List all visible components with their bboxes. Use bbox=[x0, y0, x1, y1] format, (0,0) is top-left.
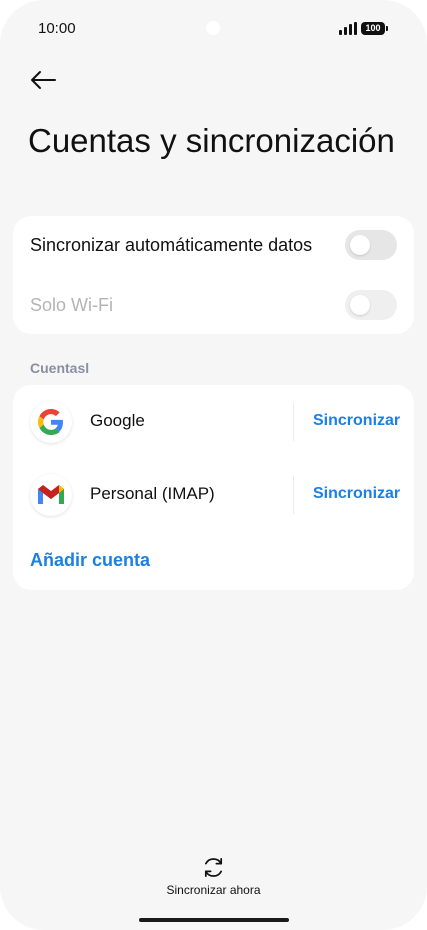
sync-settings-card: Sincronizar automáticamente datos Solo W… bbox=[13, 216, 414, 334]
auto-sync-row[interactable]: Sincronizar automáticamente datos bbox=[13, 216, 414, 274]
home-indicator[interactable] bbox=[139, 918, 289, 922]
account-row-imap[interactable]: Personal (IMAP) Sincronizar bbox=[13, 464, 414, 526]
account-name: Personal (IMAP) bbox=[90, 484, 215, 503]
sync-now-button[interactable]: Sincronizar ahora bbox=[150, 853, 277, 899]
wifi-only-label: Solo Wi-Fi bbox=[30, 295, 114, 315]
back-arrow-icon bbox=[31, 71, 56, 89]
account-row-google[interactable]: Google Sincronizar bbox=[13, 391, 414, 453]
sync-now-label: Sincronizar ahora bbox=[166, 883, 261, 897]
back-button[interactable] bbox=[24, 62, 64, 102]
toggle-knob bbox=[350, 295, 370, 315]
wifi-only-toggle[interactable] bbox=[345, 290, 397, 320]
divider bbox=[293, 403, 294, 441]
gmail-icon bbox=[30, 474, 72, 516]
account-name: Google bbox=[90, 411, 145, 430]
front-camera bbox=[206, 21, 220, 35]
sync-imap-button[interactable]: Sincronizar bbox=[313, 485, 400, 503]
sync-google-button[interactable]: Sincronizar bbox=[313, 412, 400, 430]
toggle-knob bbox=[350, 235, 370, 255]
phone-screen: 10:00 100 Cuentas y sincronización Sincr… bbox=[0, 0, 427, 930]
status-bar: 10:00 100 bbox=[0, 0, 427, 58]
auto-sync-label: Sincronizar automáticamente datos bbox=[30, 235, 313, 255]
add-account-button[interactable]: Añadir cuenta bbox=[30, 550, 150, 571]
divider bbox=[293, 476, 294, 514]
sync-icon bbox=[204, 857, 223, 878]
accounts-card: Google Sincronizar Personal (IMAP) Sincr… bbox=[13, 385, 414, 590]
battery-icon: 100 bbox=[361, 22, 388, 35]
page-title: Cuentas y sincronización bbox=[28, 122, 395, 159]
accounts-section-header: Cuentasl bbox=[30, 360, 90, 376]
auto-sync-toggle[interactable] bbox=[345, 230, 397, 260]
status-time: 10:00 bbox=[38, 20, 76, 37]
signal-icon bbox=[339, 22, 357, 35]
wifi-only-row[interactable]: Solo Wi-Fi bbox=[13, 276, 414, 334]
google-icon bbox=[30, 401, 72, 443]
